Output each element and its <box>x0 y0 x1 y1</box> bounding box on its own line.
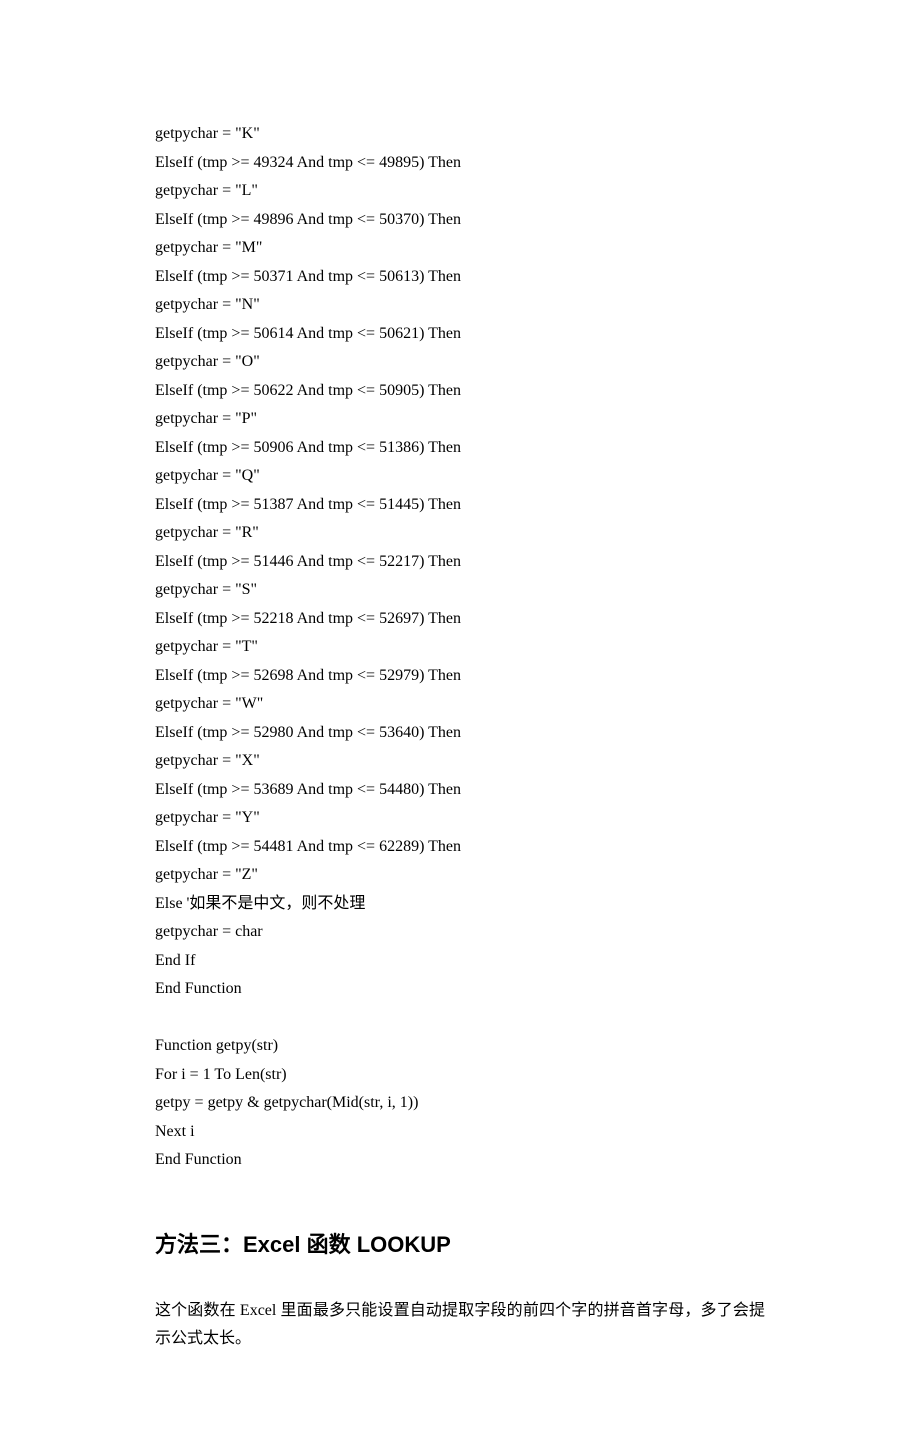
code-line: getpychar = "R" <box>155 519 765 548</box>
code-line: getpychar = "Z" <box>155 861 765 890</box>
document-page: getpychar = "K"ElseIf (tmp >= 49324 And … <box>0 0 920 1434</box>
code-line: ElseIf (tmp >= 49896 And tmp <= 50370) T… <box>155 206 765 235</box>
code-line: getpychar = "M" <box>155 234 765 263</box>
code-block: getpychar = "K"ElseIf (tmp >= 49324 And … <box>155 120 765 1175</box>
code-line: getpychar = "W" <box>155 690 765 719</box>
body-paragraph: 这个函数在 Excel 里面最多只能设置自动提取字段的前四个字的拼音首字母，多了… <box>155 1297 765 1354</box>
code-line: ElseIf (tmp >= 53689 And tmp <= 54480) T… <box>155 776 765 805</box>
code-line: End Function <box>155 975 765 1004</box>
code-line: ElseIf (tmp >= 54481 And tmp <= 62289) T… <box>155 833 765 862</box>
code-line: getpychar = "L" <box>155 177 765 206</box>
code-line: ElseIf (tmp >= 50371 And tmp <= 50613) T… <box>155 263 765 292</box>
code-line: Next i <box>155 1118 765 1147</box>
code-line: getpychar = char <box>155 918 765 947</box>
section-heading: 方法三：Excel 函数 LOOKUP <box>155 1227 765 1259</box>
code-line: getpychar = "O" <box>155 348 765 377</box>
code-line: ElseIf (tmp >= 49324 And tmp <= 49895) T… <box>155 149 765 178</box>
code-line: ElseIf (tmp >= 51446 And tmp <= 52217) T… <box>155 548 765 577</box>
code-line: getpychar = "Q" <box>155 462 765 491</box>
code-line: getpychar = "S" <box>155 576 765 605</box>
code-line: Else '如果不是中文，则不处理 <box>155 890 765 919</box>
code-line: getpychar = "N" <box>155 291 765 320</box>
code-line: ElseIf (tmp >= 52698 And tmp <= 52979) T… <box>155 662 765 691</box>
code-line: getpychar = "X" <box>155 747 765 776</box>
code-line: ElseIf (tmp >= 52218 And tmp <= 52697) T… <box>155 605 765 634</box>
code-line: getpychar = "P" <box>155 405 765 434</box>
code-line: ElseIf (tmp >= 51387 And tmp <= 51445) T… <box>155 491 765 520</box>
code-line: ElseIf (tmp >= 52980 And tmp <= 53640) T… <box>155 719 765 748</box>
code-line: getpy = getpy & getpychar(Mid(str, i, 1)… <box>155 1089 765 1118</box>
code-line: getpychar = "K" <box>155 120 765 149</box>
code-line: Function getpy(str) <box>155 1032 765 1061</box>
code-line: ElseIf (tmp >= 50622 And tmp <= 50905) T… <box>155 377 765 406</box>
code-line: getpychar = "Y" <box>155 804 765 833</box>
code-line: End Function <box>155 1146 765 1175</box>
code-line: ElseIf (tmp >= 50906 And tmp <= 51386) T… <box>155 434 765 463</box>
code-line: ElseIf (tmp >= 50614 And tmp <= 50621) T… <box>155 320 765 349</box>
code-line: getpychar = "T" <box>155 633 765 662</box>
blank-line <box>155 1004 765 1033</box>
code-line: For i = 1 To Len(str) <box>155 1061 765 1090</box>
code-line: End If <box>155 947 765 976</box>
